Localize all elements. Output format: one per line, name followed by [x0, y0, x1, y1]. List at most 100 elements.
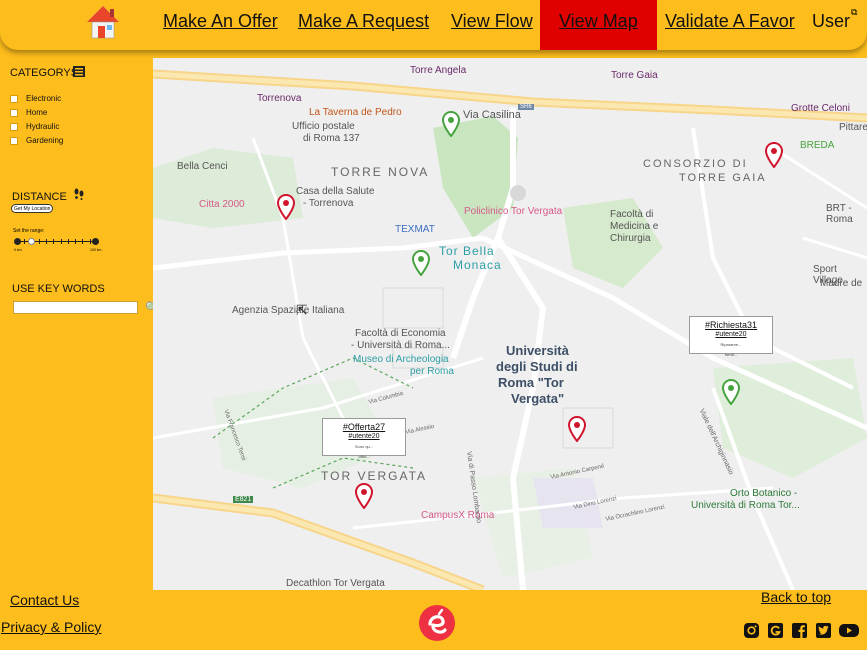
nav-validate-favor[interactable]: Validate A Favor: [665, 0, 795, 42]
back-to-top-link[interactable]: Back to top: [761, 589, 831, 605]
category-label: Electronic: [26, 94, 62, 103]
offer-pin[interactable]: [277, 194, 295, 220]
map-label: La Taverna de Pedro: [309, 107, 402, 118]
range-tick: [75, 239, 77, 244]
popup-title[interactable]: #Richiesta31: [690, 320, 772, 330]
map-label: Roma "Tor: [498, 375, 564, 390]
range-tick: [67, 239, 69, 244]
category-label: Gardening: [26, 136, 64, 145]
checkbox-electronic[interactable]: [10, 95, 18, 103]
map-label: BRT - Roma: [826, 203, 853, 225]
youtube-icon[interactable]: [838, 622, 860, 639]
range-label: Set the range:: [13, 228, 45, 234]
map-label: TOR VERGATA: [321, 469, 428, 483]
popup-title[interactable]: #Offerta27: [323, 422, 405, 432]
map-label: Citta 2000: [199, 199, 245, 210]
map-label: BREDA: [800, 140, 835, 151]
range-start-dot: [14, 238, 21, 245]
privacy-link[interactable]: Privacy & Policy: [1, 619, 101, 635]
checkbox-home[interactable]: [10, 109, 18, 117]
map-label: Università: [506, 343, 569, 358]
checkbox-gardening[interactable]: [10, 137, 18, 145]
map-label: TORRE GAIA: [679, 172, 767, 184]
map-label: Agenzia Spaziale Italiana: [232, 305, 345, 316]
map-label: Vergata": [511, 391, 565, 406]
nav-view-map[interactable]: View Map: [559, 0, 638, 42]
app-logo[interactable]: [418, 604, 456, 642]
map-label: Tor Bella: [439, 244, 495, 258]
popup-user[interactable]: #utente20: [690, 330, 772, 340]
range-min: 0 km: [14, 248, 22, 252]
home-icon[interactable]: [84, 3, 122, 41]
map-label: Casa della Salute: [296, 186, 375, 197]
nav-view-flow[interactable]: View Flow: [451, 0, 533, 42]
range-tick: [82, 239, 84, 244]
popup-snippet: Ripararne...: [720, 342, 742, 347]
instagram-icon[interactable]: [743, 622, 760, 639]
map-label: Pittarello: [839, 122, 867, 133]
offer-pin[interactable]: [355, 483, 373, 509]
nav-make-offer[interactable]: Make An Offer: [163, 0, 278, 42]
offer-pin[interactable]: [765, 142, 783, 168]
range-tick: [24, 239, 26, 244]
map-label: TEXMAT: [395, 224, 435, 235]
map-label: Torre Gaia: [611, 70, 658, 81]
mouse-cursor-icon: ⇱: [296, 302, 308, 318]
map-label: Bella Cenci: [177, 161, 228, 172]
range-slider-thumb[interactable]: [27, 238, 35, 245]
popup-snippet: offro...: [358, 454, 370, 459]
map-label: di Roma 137: [303, 133, 360, 144]
map-label: degli Studi di: [496, 359, 578, 374]
map-label: Policlinico Tor Vergata: [464, 206, 563, 217]
google-icon[interactable]: [767, 622, 784, 639]
request-pin[interactable]: [722, 379, 740, 405]
map-label: E821: [233, 496, 254, 503]
map-label: Facoltà di: [610, 209, 654, 220]
checkbox-hydraulic[interactable]: [10, 123, 18, 131]
keywords-input[interactable]: [13, 301, 138, 314]
request-pin[interactable]: [412, 250, 430, 276]
external-link-icon[interactable]: ⧉: [851, 7, 857, 18]
range-tick: [89, 239, 91, 244]
footprints-icon: [74, 188, 84, 200]
map-label: Via Casilina: [463, 109, 521, 121]
range-tick: [38, 239, 40, 244]
keywords-title: USE KEY WORDS: [12, 283, 105, 295]
popup-snippet: fornit...: [724, 352, 738, 357]
map-label: Torre Angela: [410, 65, 467, 76]
get-location-button[interactable]: Get My Location: [11, 204, 54, 213]
request-popup[interactable]: #Richiesta31 #utente20 Ripararne... forn…: [689, 316, 773, 357]
map-label: Medicina e: [610, 221, 659, 232]
popup-user[interactable]: #utente20: [323, 432, 405, 442]
footer: Contact Us Privacy & Policy Back to top: [0, 589, 867, 650]
map-label: Ufficio postale: [292, 121, 355, 132]
nav-make-request[interactable]: Make A Request: [298, 0, 429, 42]
map-label: Orto Botanico -: [730, 488, 798, 499]
facebook-icon[interactable]: [791, 622, 808, 639]
map-label: Monaca: [453, 258, 502, 272]
filter-sidebar: CATEGORYS Electronic Home Hydraulic Gard…: [0, 50, 159, 590]
category-label: Home: [26, 108, 48, 117]
range-tick: [53, 239, 55, 244]
map-label: Madre de: [820, 278, 863, 289]
map-view[interactable]: Torre Angela Torre Gaia Torrenova La Tav…: [153, 58, 867, 590]
contact-link[interactable]: Contact Us: [10, 592, 79, 608]
range-tick: [46, 239, 48, 244]
offer-pin[interactable]: [568, 416, 586, 442]
nav-user[interactable]: User: [812, 0, 850, 42]
category-label: Hydraulic: [26, 122, 60, 131]
map-label: SR6: [518, 104, 534, 110]
range-max: 100 km: [90, 248, 102, 252]
header: Make An Offer Make A Request View Flow V…: [0, 0, 867, 50]
categories-title: CATEGORYS: [10, 67, 79, 79]
request-pin[interactable]: [442, 111, 460, 137]
offer-popup[interactable]: #Offerta27 #utente20 Sono qu... offro...: [322, 418, 406, 459]
twitter-icon[interactable]: [815, 622, 832, 639]
distance-title: DISTANCE: [12, 191, 67, 203]
map-label: CampusX Roma: [421, 510, 495, 521]
map-label: Facoltà di Economia: [355, 328, 446, 339]
map-label: Grotte Celoni: [791, 103, 850, 114]
page: Make An Offer Make A Request View Flow V…: [0, 0, 867, 650]
range-tick: [60, 239, 62, 244]
map-label: Chirurgia: [610, 233, 651, 244]
